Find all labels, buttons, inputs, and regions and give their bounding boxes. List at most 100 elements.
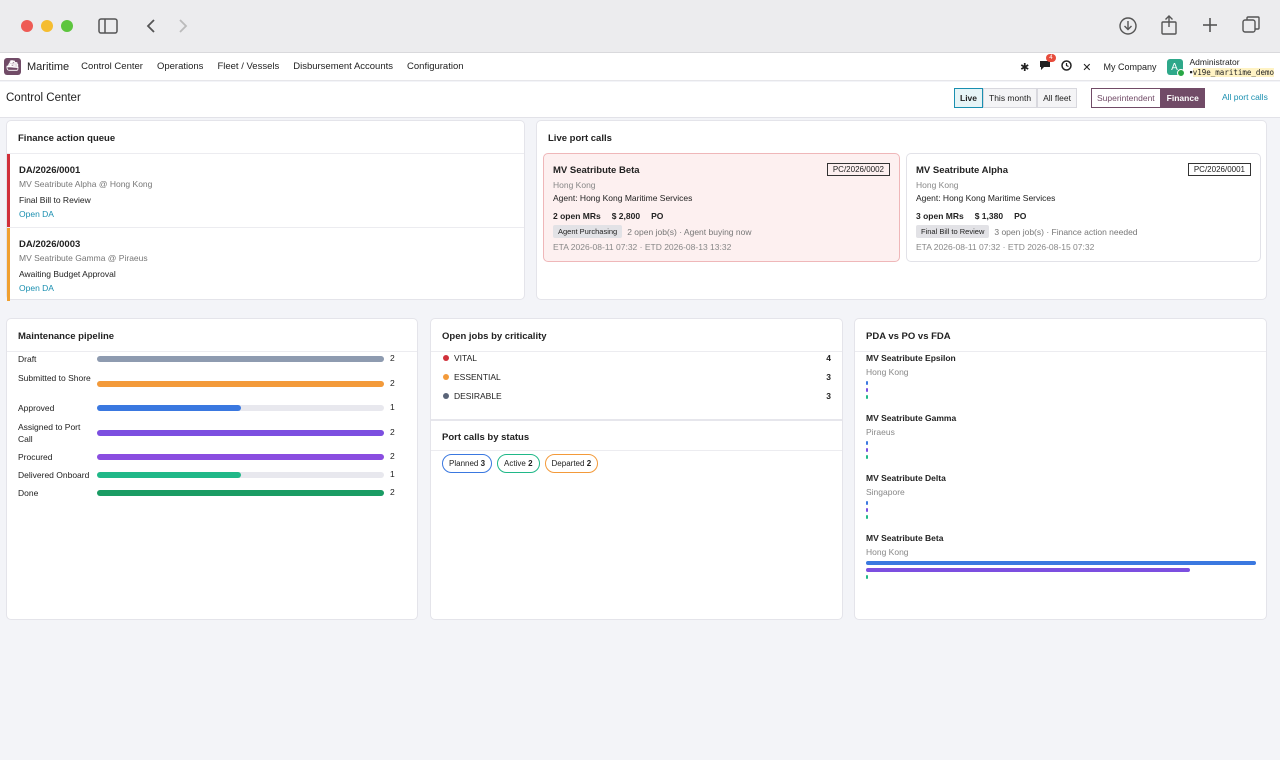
po-label: PO [1014,211,1027,221]
company-switcher[interactable]: My Company [1104,62,1157,72]
filter-live-button[interactable]: Live [954,88,984,108]
status-pill-departed[interactable]: Departed 2 [544,454,599,473]
pipeline-bar [97,472,241,478]
vessel-port: Hong Kong [866,547,909,557]
browser-toolbar [0,0,1280,53]
port-name: Hong Kong [553,180,596,190]
essential-dot-icon [443,374,449,380]
filter-this-month-button[interactable]: This month [983,88,1038,108]
vessel-comparison[interactable]: MV Seatribute Beta Hong Kong [866,533,1256,589]
priority-bar-orange [7,228,10,301]
role-finance-button[interactable]: Finance [1160,88,1205,108]
control-panel: Control Center [0,82,1280,118]
criticality-row[interactable]: ESSENTIAL 3 [442,371,831,385]
download-icon[interactable] [1119,17,1137,39]
port-call-card[interactable]: MV Seatribute Alpha PC/2026/0001 Hong Ko… [906,153,1261,262]
pda-bar [866,381,868,385]
menu-disbursement-accounts[interactable]: Disbursement Accounts [293,61,393,72]
pipeline-count: 2 [390,378,395,388]
share-icon[interactable] [1160,15,1178,39]
amount: $ 2,800 [611,211,641,221]
pda-bar [866,561,1256,565]
pipeline-row[interactable]: Submitted to Shore 2 [18,372,395,392]
back-icon[interactable] [145,18,157,38]
vital-dot-icon [443,355,449,361]
port-call-reference: PC/2026/0001 [1187,163,1251,176]
port-call-card[interactable]: MV Seatribute Beta PC/2026/0002 Hong Kon… [543,153,900,262]
pipeline-bar [97,490,384,496]
criticality-row[interactable]: VITAL 4 [442,352,831,366]
period-filter-group: Live This month All fleet [954,88,1077,108]
menu-fleet-vessels[interactable]: Fleet / Vessels [217,61,279,72]
tools-icon[interactable]: ✕ [1082,61,1091,74]
agent-name: Agent: Hong Kong Maritime Services [916,193,1056,203]
po-bar [866,508,868,512]
open-da-link[interactable]: Open DA [19,283,54,293]
avatar[interactable]: A [1166,59,1185,77]
status-pill-active[interactable]: Active 2 [497,454,540,473]
da-status: Awaiting Budget Approval [19,269,116,279]
role-superintendent-button[interactable]: Superintendent [1091,88,1161,108]
da-vessel: MV Seatribute Alpha @ Hong Kong [19,179,153,189]
stage-tag: Final Bill to Review [916,225,990,238]
da-status: Final Bill to Review [19,195,91,205]
bug-icon[interactable]: ✱ [1020,61,1029,74]
live-port-calls-card: Live port calls MV Seatribute Beta PC/20… [536,120,1267,300]
close-window-button[interactable] [21,20,33,32]
finance-queue-item[interactable]: DA/2026/0001 MV Seatribute Alpha @ Hong … [7,154,524,227]
vessel-port: Piraeus [866,427,895,437]
app-brand[interactable]: ⛴ Maritime [4,58,69,75]
app-name: Maritime [27,60,70,73]
stage-detail: 2 open job(s) · Agent buying now [627,226,752,237]
port-call-metrics: 3 open MRs $ 1,380 PO [916,211,1037,221]
menu-operations[interactable]: Operations [157,61,203,72]
criticality-row[interactable]: DESIRABLE 3 [442,390,831,404]
pill-label: Active [504,459,526,468]
all-port-calls-link[interactable]: All port calls [1222,92,1268,102]
clock-icon[interactable] [1061,60,1073,74]
pipeline-row[interactable]: Delivered Onboard 1 [18,469,395,489]
criticality-label: VITAL [454,353,477,363]
pipeline-row[interactable]: Assigned to Port Call 2 [18,421,395,444]
status-pill-planned[interactable]: Planned 3 [442,454,493,473]
card-title: Open jobs by criticality [442,331,547,342]
chat-icon[interactable]: 4 [1039,54,1056,74]
pipeline-bar [97,430,384,436]
pipeline-row[interactable]: Draft 2 [18,353,395,373]
card-title: Finance action queue [18,133,116,144]
pipeline-count: 1 [390,402,395,412]
priority-bar-red [7,154,10,227]
criticality-label: DESIRABLE [454,391,502,401]
pipeline-track [97,381,384,387]
menu-configuration[interactable]: Configuration [407,61,464,72]
sidebar-toggle-icon[interactable] [98,18,118,38]
tab-overview-icon[interactable] [1242,16,1260,38]
pipeline-track [97,490,384,496]
po-bar [866,568,1190,572]
vessel-name: MV Seatribute Alpha [916,165,1009,176]
stage-detail: 3 open job(s) · Finance action needed [994,226,1138,237]
open-da-link[interactable]: Open DA [19,209,54,219]
pipeline-track [97,430,384,436]
pipeline-label: Done [18,488,39,498]
pipeline-row[interactable]: Approved 1 [18,402,395,422]
maximize-window-button[interactable] [61,20,73,32]
pipeline-track [97,405,384,411]
po-bar [866,448,868,452]
forward-icon[interactable] [177,18,189,38]
menu-control-center[interactable]: Control Center [81,61,143,72]
vessel-comparison[interactable]: MV Seatribute Epsilon Hong Kong [866,353,1255,409]
pipeline-track [97,454,384,460]
vessel-comparison[interactable]: MV Seatribute Gamma Piraeus [866,413,1255,469]
pipeline-row[interactable]: Procured 2 [18,451,395,471]
filter-all-fleet-button[interactable]: All fleet [1037,88,1077,108]
user-menu[interactable]: Administrator ▪v19e_maritime_demo [1190,57,1274,78]
pipeline-label: Assigned to Port Call [18,422,81,444]
new-tab-icon[interactable] [1202,17,1218,37]
pipeline-row[interactable]: Done 2 [18,487,395,507]
finance-action-queue-card: Finance action queue DA/2026/0001 MV Sea… [6,120,525,301]
minimize-window-button[interactable] [41,20,53,32]
finance-queue-item[interactable]: DA/2026/0003 MV Seatribute Gamma @ Pirae… [7,228,524,301]
pipeline-label: Delivered Onboard [18,470,90,480]
vessel-comparison[interactable]: MV Seatribute Delta Singapore [866,473,1255,529]
